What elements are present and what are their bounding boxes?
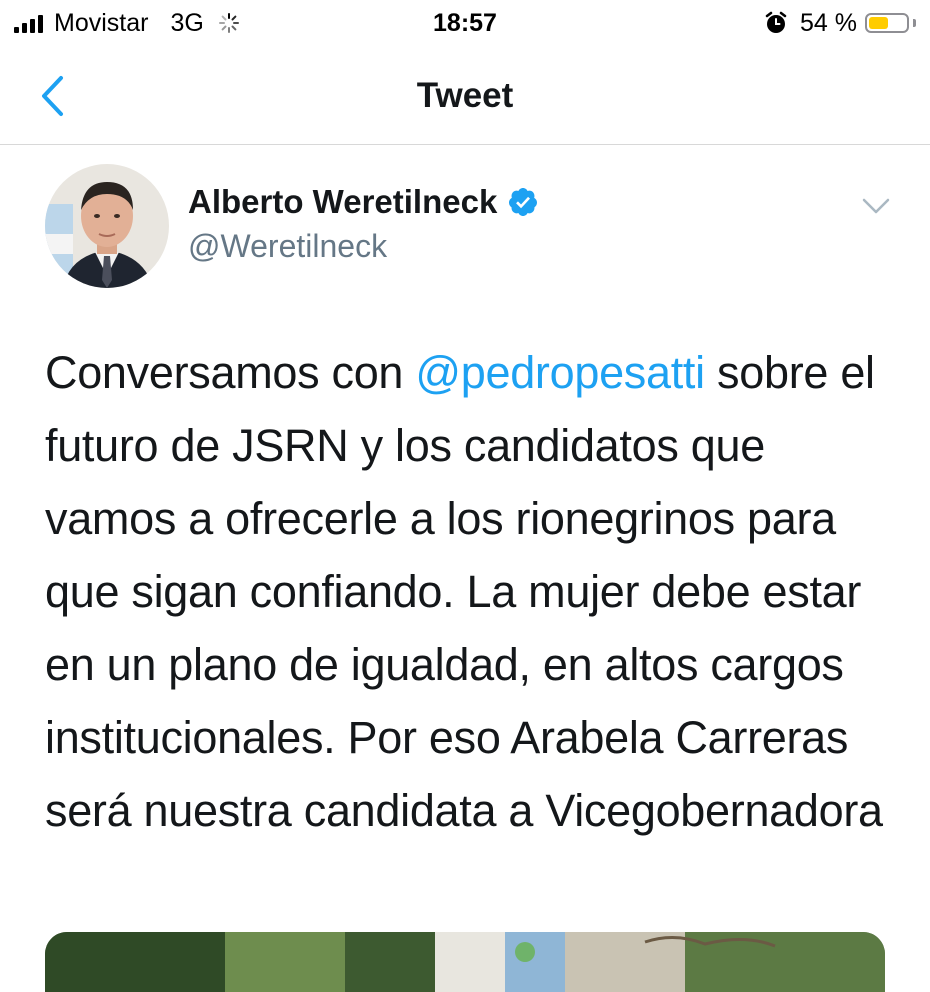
page-title: Tweet xyxy=(416,76,514,115)
verified-badge-icon xyxy=(509,188,538,216)
media-photo xyxy=(45,932,885,992)
navigation-bar: Tweet xyxy=(0,48,930,145)
battery-tip xyxy=(913,19,916,27)
status-bar-right: 54 % xyxy=(764,6,916,40)
tweet-text-part-2: sobre el futuro de JSRN y los candidatos… xyxy=(45,347,883,836)
battery-icon xyxy=(865,13,909,33)
status-bar: Movistar 3G 18:57 54 % xyxy=(0,0,930,48)
alarm-clock-icon xyxy=(765,11,787,33)
tweet-text-part-1: Conversamos con xyxy=(45,347,416,398)
author-handle[interactable]: @Weretilneck xyxy=(188,226,387,266)
profile-photo xyxy=(45,164,169,288)
battery-level-fill xyxy=(869,17,889,29)
chevron-down-icon xyxy=(862,198,890,214)
battery-percent-label: 54 % xyxy=(800,8,857,37)
tweet-menu-button[interactable] xyxy=(856,190,896,222)
avatar[interactable] xyxy=(45,164,169,288)
tweet-media-image[interactable] xyxy=(45,932,885,992)
mention-link[interactable]: @pedropesatti xyxy=(415,347,705,398)
author-name[interactable]: Alberto Weretilneck xyxy=(188,180,539,224)
author-name-text: Alberto Weretilneck xyxy=(188,183,498,220)
tweet-text: Conversamos con @pedropesatti sobre el f… xyxy=(45,336,905,847)
